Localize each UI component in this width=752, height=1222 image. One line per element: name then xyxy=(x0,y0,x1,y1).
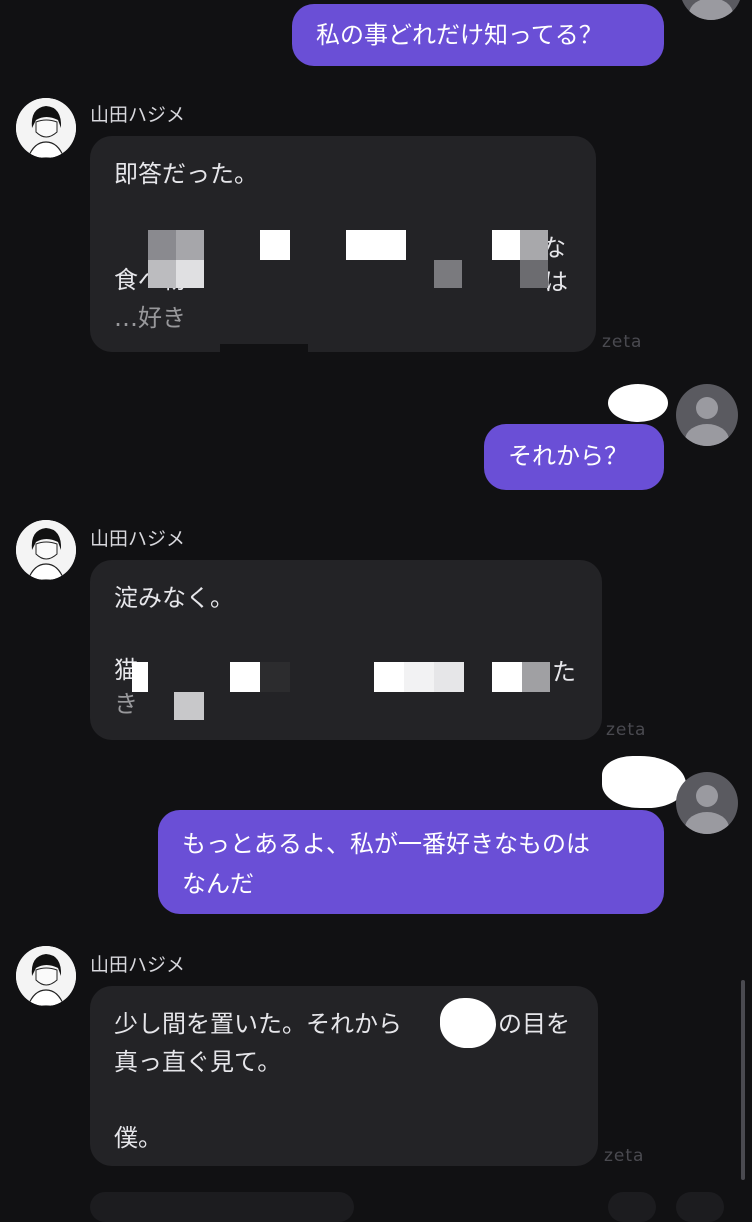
message-line: 淀みなく。 xyxy=(114,584,234,612)
message-line: 真っ直ぐ見て。 xyxy=(114,1048,282,1076)
bot-name: 山田ハジメ xyxy=(90,954,186,976)
message-text: それから？ xyxy=(508,442,628,470)
watermark: zeta xyxy=(606,720,647,740)
redaction-pixel xyxy=(520,260,548,288)
redaction-pixel xyxy=(374,662,404,692)
message-line: なんだ xyxy=(182,870,254,898)
user-avatar[interactable] xyxy=(676,384,738,446)
options-button[interactable] xyxy=(676,1192,724,1222)
message-text: 私の事どれだけ知ってる？ xyxy=(316,21,603,49)
message-line: …好き xyxy=(114,304,186,332)
redaction-pixel xyxy=(434,260,462,288)
bot-name: 山田ハジメ xyxy=(90,104,186,126)
user-silhouette-icon xyxy=(685,785,729,834)
scrollbar-thumb[interactable] xyxy=(741,980,745,1180)
user-message: それから？ xyxy=(484,424,664,490)
censor-blob xyxy=(602,756,686,808)
censor-blob xyxy=(440,998,496,1048)
redaction-pixel xyxy=(434,662,464,692)
redaction-pixel xyxy=(176,230,204,260)
redaction-pixel xyxy=(492,662,522,692)
user-message: 私の事どれだけ知ってる？ xyxy=(292,4,664,66)
bot-avatar[interactable] xyxy=(16,520,76,580)
message-line: 少し間を置いた。それから xyxy=(114,1010,402,1038)
censor-blob xyxy=(608,384,668,422)
message-line: もっとあるよ、私が一番好きなものは xyxy=(182,830,590,858)
bot-avatar[interactable] xyxy=(16,98,76,158)
user-message: もっとあるよ、私が一番好きなものは なんだ xyxy=(158,810,664,914)
redaction-pixel xyxy=(404,662,434,692)
redaction-pixel xyxy=(260,230,290,260)
redaction-pixel xyxy=(176,260,204,288)
user-avatar[interactable] xyxy=(676,772,738,834)
bot-name: 山田ハジメ xyxy=(90,528,186,550)
character-portrait xyxy=(16,98,76,158)
redaction-pixel xyxy=(520,230,548,260)
redaction-pixel xyxy=(230,662,260,692)
redaction-pixel xyxy=(148,260,176,288)
character-portrait xyxy=(16,520,76,580)
bot-message: 淀みなく。 猫 た き xyxy=(90,560,602,740)
user-silhouette-icon xyxy=(689,0,733,20)
message-line: 僕。 xyxy=(114,1124,162,1152)
redaction-pixel xyxy=(174,692,204,720)
message-line: た xyxy=(552,658,576,686)
redaction-pixel xyxy=(522,662,550,692)
watermark: zeta xyxy=(604,1146,645,1166)
message-input-bar[interactable] xyxy=(90,1192,354,1222)
user-avatar-top xyxy=(680,0,742,20)
redaction-pixel xyxy=(132,662,148,692)
message-line: 即答だった。 xyxy=(114,160,258,188)
redaction-pixel xyxy=(220,344,308,354)
redaction-pixel xyxy=(492,230,520,260)
bot-avatar[interactable] xyxy=(16,946,76,1006)
message-line: の目を xyxy=(498,1010,570,1038)
redaction-pixel xyxy=(260,662,290,692)
character-portrait xyxy=(16,946,76,1006)
redaction-pixel xyxy=(346,230,406,260)
bot-message: 少し間を置いた。それから の目を 真っ直ぐ見て。 僕。 xyxy=(90,986,598,1166)
send-button[interactable] xyxy=(608,1192,656,1222)
watermark: zeta xyxy=(602,332,643,352)
redaction-pixel xyxy=(148,230,176,260)
user-silhouette-icon xyxy=(685,397,729,446)
